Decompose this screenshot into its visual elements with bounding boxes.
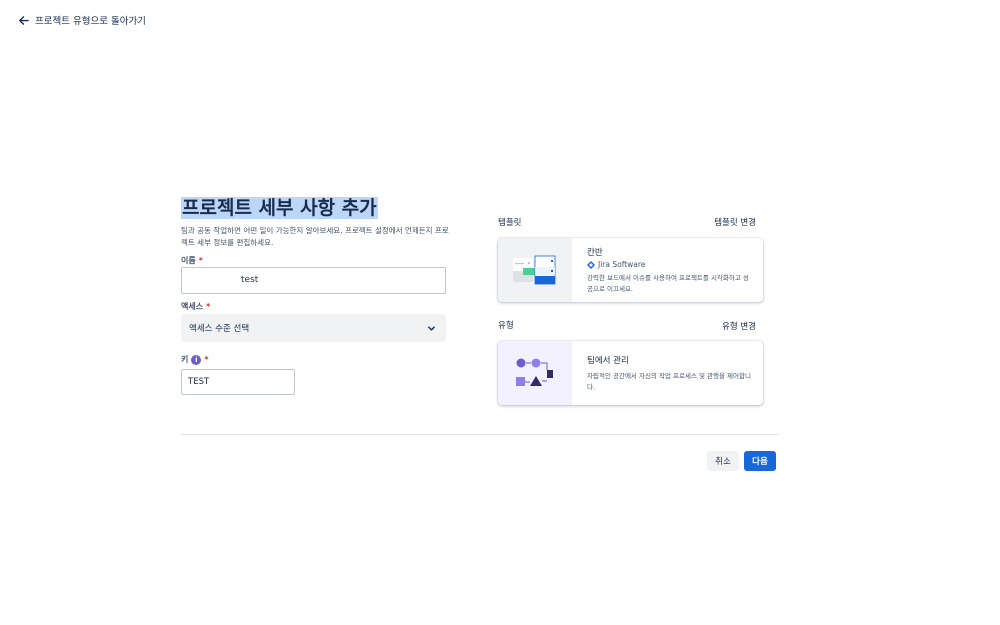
required-mark: * (198, 256, 203, 265)
type-card-body: 팀에서 관리 자립적인 공간에서 자신의 작업 프로세스 및 관행을 제어합니다… (572, 341, 763, 405)
access-level-select[interactable]: 액세스 수준 선택 (181, 314, 446, 342)
name-label-text: 이름 (181, 256, 196, 265)
jira-software-label: Jira Software (598, 260, 646, 269)
key-field-label: 키 i * (181, 354, 209, 365)
type-card[interactable]: 팀에서 관리 자립적인 공간에서 자신의 작업 프로세스 및 관행을 제어합니다… (498, 341, 763, 405)
arrow-left-icon (19, 15, 29, 25)
type-section-label: 유형 (498, 321, 514, 331)
key-input[interactable]: TEST (181, 369, 295, 395)
template-section-label: 템플릿 (498, 218, 522, 228)
template-card-body: 칸반 Jira Software 강력한 보드에서 이슈를 사용하여 프로젝트를… (572, 238, 763, 302)
kanban-illustration (498, 238, 572, 302)
template-card[interactable]: 칸반 Jira Software 강력한 보드에서 이슈를 사용하여 프로젝트를… (498, 238, 763, 302)
info-icon[interactable]: i (191, 354, 202, 365)
key-label-text: 키 (181, 355, 189, 364)
template-card-product: Jira Software (587, 260, 751, 269)
back-link-label: 프로젝트 유형으로 돌아가기 (35, 16, 146, 27)
change-type-button[interactable]: 유형 변경 (680, 320, 756, 332)
chevron-down-icon (428, 325, 435, 331)
access-select-value: 액세스 수준 선택 (189, 324, 250, 334)
page-subtitle: 팀과 공동 작업하면 어떤 일이 가능한지 알아보세요. 프로젝트 설정에서 언… (181, 226, 449, 247)
jira-software-icon (587, 260, 595, 269)
cancel-button[interactable]: 취소 (707, 451, 739, 471)
template-card-title: 칸반 (587, 248, 603, 258)
footer-divider (181, 434, 778, 435)
required-mark: * (206, 302, 211, 311)
required-mark: * (204, 355, 209, 364)
team-managed-illustration (498, 341, 572, 405)
page-title: 프로젝트 세부 사항 추가 (181, 197, 378, 219)
next-button[interactable]: 다음 (744, 451, 776, 471)
back-to-project-types-link[interactable]: 프로젝트 유형으로 돌아가기 (18, 13, 146, 27)
template-card-description: 강력한 보드에서 이슈를 사용하여 프로젝트를 시각화하고 성공으로 이끄세요. (587, 274, 749, 293)
change-template-button[interactable]: 템플릿 변경 (680, 216, 756, 228)
type-card-title: 팀에서 관리 (587, 356, 629, 366)
type-card-description: 자립적인 공간에서 자신의 작업 프로세스 및 관행을 제어합니다. (587, 372, 751, 391)
access-label-text: 액세스 (181, 302, 204, 311)
access-field-label: 액세스 * (181, 301, 210, 312)
name-field-label: 이름 * (181, 255, 203, 266)
name-input[interactable]: test (181, 267, 446, 294)
